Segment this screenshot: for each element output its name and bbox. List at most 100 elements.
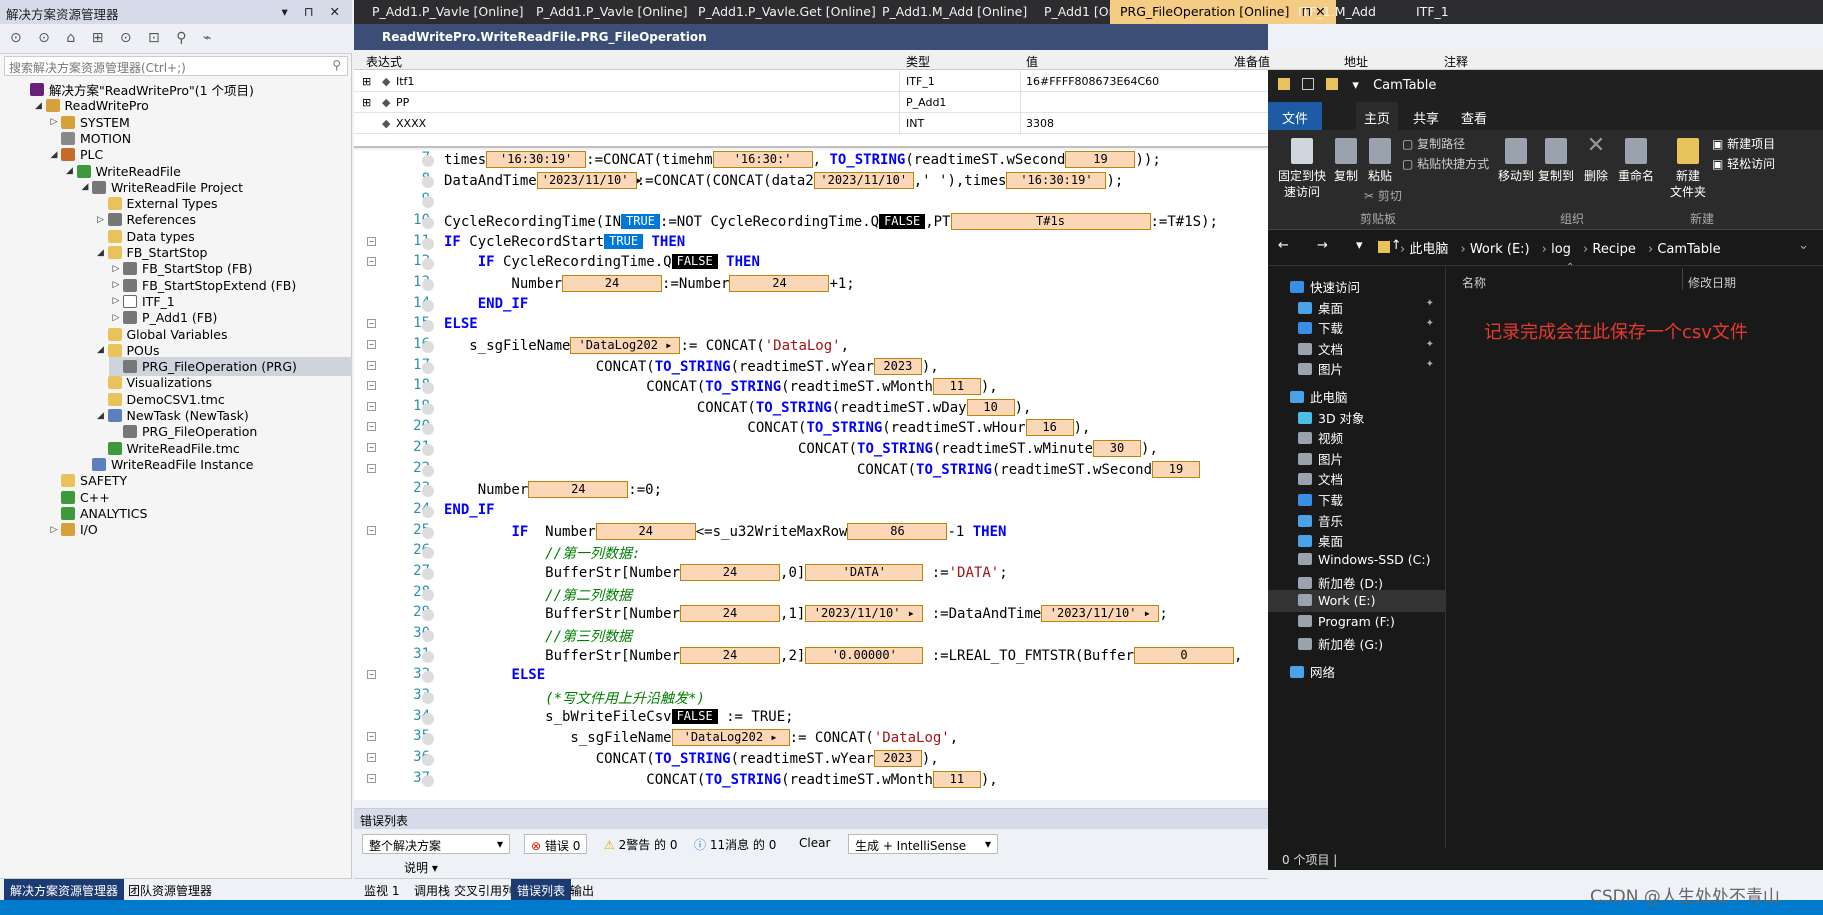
code-line[interactable]: 36− CONCAT(TO_STRING(readtimeST.wYear202… [354,749,1268,770]
new-folder-icon[interactable] [1326,78,1339,90]
code-line[interactable]: 9 [354,191,1268,212]
breakpoint-marker[interactable] [422,526,434,539]
code-line[interactable]: 13 Number24:=Number24+1; [354,274,1268,295]
code-line[interactable]: 17− CONCAT(TO_STRING(readtimeST.wYear202… [354,357,1268,378]
explorer-file-list[interactable]: 名称 ⌃ 修改日期 记录完成会在此保存一个csv文件 [1446,262,1823,866]
nav-item[interactable]: 3D 对象 [1268,405,1446,427]
output-tab[interactable]: 输出 [564,879,600,901]
nav-item[interactable]: 图片 [1268,446,1446,468]
breakpoint-marker[interactable] [422,237,434,250]
scope-select[interactable]: 整个解决方案 ▾ [362,834,510,854]
fold-icon[interactable]: − [367,752,376,762]
collapse-arrow-icon[interactable]: ◢ [94,345,108,355]
expand-arrow-icon[interactable]: ▷ [109,296,123,306]
bool-false-value[interactable]: FALSE [671,708,718,724]
expand-arrow-icon[interactable]: ▷ [47,117,61,127]
expand-arrow-icon[interactable]: ▷ [109,280,123,290]
ribbon-tab-view[interactable]: 查看 [1461,108,1487,127]
chevron-right-icon[interactable]: › [1538,242,1551,257]
code-line[interactable]: 24END_IF [354,501,1268,522]
inline-value-box[interactable]: 'DataLog202 ▸ [570,336,681,354]
breakpoint-marker[interactable] [422,382,434,395]
nav-item[interactable]: 新加卷 (D:) [1268,570,1446,592]
rename-button[interactable]: 重命名 [1616,138,1656,184]
expand-arrow-icon[interactable]: ▷ [94,215,108,225]
breakpoint-marker[interactable] [422,216,434,229]
expand-icon[interactable]: ⊞ [362,75,371,88]
code-line[interactable]: 29 BufferStr[Number24,1]'2023/11/10' ▸ :… [354,604,1268,625]
fold-icon[interactable]: − [367,257,376,267]
warnings-filter-button[interactable]: ⚠ 2警告 的 0 [604,836,678,853]
code-line[interactable]: 25− IF Number24<=s_u32WriteMaxRow86-1 TH… [354,522,1268,543]
code-line[interactable]: 22− CONCAT(TO_STRING(readtimeST.wSecond1… [354,460,1268,481]
breadcrumb-item[interactable]: Work (E:) [1470,242,1530,257]
copy-to-button[interactable]: 复制到 [1536,138,1576,184]
breakpoint-marker[interactable] [422,568,434,580]
col-type[interactable]: 类型 [906,53,930,70]
expand-arrow-icon[interactable]: ▷ [109,313,123,323]
inline-value-box[interactable]: 11 [932,770,981,788]
breadcrumb-item[interactable]: Recipe [1592,242,1635,257]
editor-tab[interactable]: ITF_1 [1406,0,1459,24]
code-line[interactable]: 16− s_sgFileName'DataLog202 ▸:= CONCAT('… [354,336,1268,357]
collapse-arrow-icon[interactable]: ◢ [94,248,108,258]
cut-button[interactable]: ✂ 剪切 [1364,188,1402,204]
nav-item[interactable]: 图片 ✦ [1268,356,1446,378]
nav-item[interactable]: 快速访问 [1268,274,1446,296]
editor-tab[interactable]: ITF_1.M_Add [1288,0,1386,24]
inline-value-box[interactable]: '2023/11/10' ▸ [1041,605,1160,623]
col-address[interactable]: 地址 [1344,53,1368,70]
nav-item[interactable]: 此电脑 [1268,384,1446,406]
code-line[interactable]: 8DataAndTime'2023/11/10' ▸:=CONCAT(CONCA… [354,171,1268,192]
solution-toolbar[interactable]: ⊙ ⊙ ⌂ ⊞ ⊙ ⊡ ⚲ ⌁ [0,24,352,54]
nav-item[interactable]: Windows-SSD (C:) [1268,549,1446,571]
watch-row[interactable]: ⊞ ◆ PP P_Add1 [354,92,1268,113]
fold-icon[interactable]: − [367,463,376,473]
collapse-arrow-icon[interactable]: ◢ [94,411,108,421]
nav-item[interactable]: 桌面 ✦ [1268,295,1446,317]
code-line[interactable]: 32− ELSE [354,666,1268,687]
chevron-right-icon[interactable]: › [1644,242,1657,257]
nav-item[interactable]: 新加卷 (G:) [1268,631,1446,653]
checkbox-icon[interactable] [1302,78,1315,90]
chevron-down-icon[interactable]: ▾ [1352,78,1359,93]
breakpoint-marker[interactable] [422,175,434,188]
code-line[interactable]: 10CycleRecordingTime(INTRUE:=NOT CycleRe… [354,212,1268,233]
breakpoint-marker[interactable] [422,340,434,353]
fold-icon[interactable]: − [367,670,376,680]
chevron-right-icon[interactable]: › [1579,242,1592,257]
inline-value-box[interactable]: 24 [680,646,781,664]
code-line[interactable]: 19− CONCAT(TO_STRING(readtimeST.wDay10), [354,398,1268,419]
col-modified[interactable]: 修改日期 [1688,274,1736,291]
watch-row[interactable]: ⊞ ◆ Itf1 ITF_1 16#FFFF808673E64C60 [354,71,1268,92]
nav-item[interactable]: Work (E:) [1268,590,1446,612]
paste-button[interactable]: 粘贴 [1364,138,1396,184]
breakpoint-marker[interactable] [422,258,434,271]
inline-value-box[interactable]: T#1s [950,212,1151,230]
tree-item[interactable]: ▷ I/O [47,520,98,539]
chevron-right-icon[interactable]: › [1456,242,1469,257]
paste-shortcut-button[interactable]: ▢ 粘贴快捷方式 [1402,156,1489,172]
easy-access-button[interactable]: ▣ 轻松访问 [1712,156,1775,172]
code-line[interactable]: 35− s_sgFileName'DataLog202 ▸:= CONCAT('… [354,728,1268,749]
ribbon-tab-home[interactable]: 主页 [1356,102,1399,130]
inline-value-box[interactable]: 11 [932,378,981,396]
inline-value-box[interactable]: 2023 [873,357,922,375]
breadcrumb-item[interactable]: log [1551,242,1571,257]
bool-false-value[interactable]: FALSE [879,213,926,229]
breakpoint-marker[interactable] [422,774,434,787]
breadcrumb[interactable]: › 此电脑 › Work (E:) › log › Recipe › CamTa… [1400,238,1729,257]
copy-path-button[interactable]: ▢ 复制路径 [1402,136,1465,152]
breakpoint-marker[interactable] [422,361,434,374]
build-select[interactable]: 生成 + IntelliSense ▾ [848,834,998,854]
inline-value-box[interactable]: 24 [729,274,830,292]
bool-true-value[interactable]: TRUE [621,213,660,229]
nav-item[interactable]: Program (F:) [1268,611,1446,633]
fold-icon[interactable]: − [367,443,376,453]
breakpoint-marker[interactable] [422,506,434,519]
nav-item[interactable]: 文档 [1268,466,1446,488]
search-icon[interactable]: ⚲ [332,58,341,72]
editor-tab[interactable]: P_Add1.P_Vavle.Get [Online] [688,0,886,24]
fold-icon[interactable]: − [367,236,376,246]
inline-value-box[interactable]: 24 [528,481,629,499]
